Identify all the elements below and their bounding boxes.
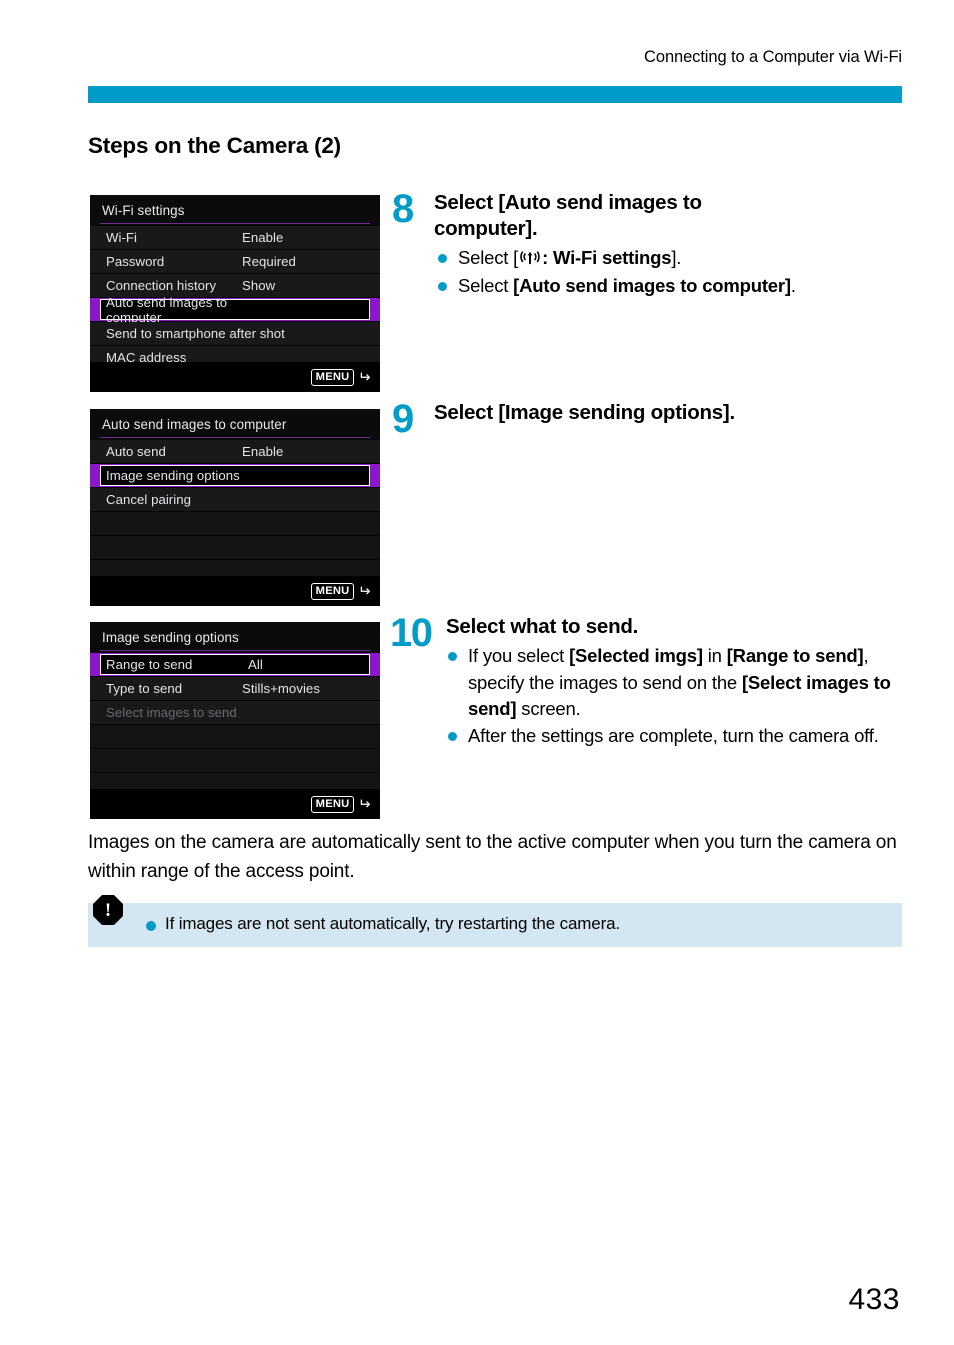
menu-rows: Wi-Fi Enable Password Required Connectio… (90, 226, 380, 370)
header-accent-bar (88, 86, 902, 103)
screen-title: Wi-Fi settings (102, 203, 185, 218)
row-label: Range to send (106, 657, 193, 672)
step-number: 9 (392, 397, 414, 441)
caution-note-text-row: If images are not sent automatically, tr… (146, 914, 620, 934)
running-head: Connecting to a Computer via Wi-Fi (644, 48, 902, 66)
row-value: All (248, 657, 263, 672)
menu-row-type-to-send[interactable]: Type to send Stills+movies (90, 677, 380, 701)
camera-screen-auto-send-images: Auto send images to computer Auto send E… (90, 409, 380, 606)
menu-row-empty (90, 512, 380, 536)
step-content: Select [Image sending options]. (434, 400, 908, 426)
screen-title-bar: Auto send images to computer (90, 409, 380, 440)
menu-back-button[interactable]: MENU ↵ (310, 368, 371, 386)
body-paragraph: Images on the camera are automatically s… (88, 832, 897, 882)
step-content: Select [Auto send images to computer]. Se… (434, 190, 908, 299)
menu-row-send-to-smartphone-after-shot[interactable]: Send to smartphone after shot (90, 322, 380, 346)
bullet-item: After the settings are complete, turn th… (444, 723, 910, 750)
caution-note: ! If images are not sent automatically, … (88, 895, 902, 947)
wifi-antenna-icon (519, 246, 541, 273)
bullet-dot-icon (438, 254, 447, 263)
row-value: Stills+movies (242, 681, 320, 696)
menu-button-label: MENU (310, 368, 355, 386)
step-bullets: Select [: Wi-Fi settings]. Select [Auto … (434, 245, 908, 299)
menu-back-button[interactable]: MENU ↵ (310, 795, 371, 813)
step-number: 10 (390, 611, 433, 655)
menu-row-password[interactable]: Password Required (90, 250, 380, 274)
menu-row-auto-send-images-to-computer[interactable]: Auto send images to computer (90, 295, 380, 325)
step-number: 8 (392, 187, 414, 231)
row-label: Select images to send (106, 705, 237, 720)
camera-screen-wifi-settings: Wi-Fi settings Wi-Fi Enable Password Req… (90, 195, 380, 392)
row-value: Show (242, 278, 276, 293)
row-label: Image sending options (106, 468, 240, 483)
section-title: Steps on the Camera (2) (88, 133, 341, 158)
row-label: Auto send images to computer (106, 294, 228, 325)
bullet-item: Select [Auto send images to computer]. (434, 273, 908, 300)
return-arrow-icon: ↵ (358, 795, 371, 813)
menu-row-wifi[interactable]: Wi-Fi Enable (90, 226, 380, 250)
step-heading: Select [Auto send images to computer]. (434, 191, 702, 240)
step-bullets: If you select [Selected imgs] in [Range … (446, 643, 910, 749)
caution-icon: ! (93, 895, 123, 925)
step-8: 8 Select [Auto send images to computer]. … (392, 187, 908, 299)
menu-row-cancel-pairing[interactable]: Cancel pairing (90, 488, 380, 512)
menu-button-label: MENU (310, 582, 355, 600)
menu-row-auto-send[interactable]: Auto send Enable (90, 440, 380, 464)
bullet-item: Select [: Wi-Fi settings]. (434, 245, 908, 273)
page-number: 433 (848, 1283, 900, 1316)
screen-title: Auto send images to computer (102, 417, 287, 432)
row-label: Connection history (106, 278, 217, 293)
return-arrow-icon: ↵ (358, 368, 371, 386)
row-label: Password (106, 254, 165, 269)
screen-footer: MENU ↵ (90, 576, 380, 606)
row-label: Auto send (106, 444, 166, 459)
bullet-dot-icon (448, 731, 457, 741)
menu-row-empty (90, 536, 380, 560)
step-9: 9 Select [Image sending options]. (392, 399, 908, 439)
selection-box: Image sending options (100, 465, 370, 486)
bullet-dot-icon (438, 281, 447, 291)
step-content: Select what to send. If you select [Sele… (446, 614, 910, 749)
selection-box: Auto send images to computer (100, 295, 370, 325)
title-underline (100, 649, 370, 651)
bullet-dot-icon (448, 652, 457, 661)
menu-rows: Range to send All Type to send Stills+mo… (90, 653, 380, 797)
row-label: Cancel pairing (106, 492, 192, 507)
row-value: Enable (242, 230, 284, 245)
title-underline (100, 222, 370, 224)
return-arrow-icon: ↵ (358, 582, 371, 600)
menu-row-image-sending-options[interactable]: Image sending options (90, 464, 380, 488)
step-heading: Select what to send. (446, 615, 639, 638)
camera-screen-image-sending-options: Image sending options Range to send All … (90, 622, 380, 819)
selection-box: Range to send All (100, 654, 370, 675)
caution-note-text: If images are not sent automatically, tr… (165, 914, 620, 933)
row-label: Type to send (106, 681, 183, 696)
row-label: Wi-Fi (106, 230, 138, 245)
bullet-item: If you select [Selected imgs] in [Range … (444, 643, 910, 723)
screen-title-bar: Image sending options (90, 622, 380, 653)
menu-button-label: MENU (310, 795, 355, 813)
menu-row-range-to-send[interactable]: Range to send All (90, 653, 380, 677)
title-underline (100, 436, 370, 438)
screen-title-bar: Wi-Fi settings (90, 195, 380, 226)
row-value: Required (242, 254, 296, 269)
step-10: 10 Select what to send. If you select [S… (390, 611, 910, 749)
bullet-dot-icon (146, 921, 156, 931)
row-value: Enable (242, 444, 284, 459)
exclamation-glyph: ! (104, 899, 112, 921)
row-label: Send to smartphone after shot (106, 326, 285, 341)
menu-back-button[interactable]: MENU ↵ (310, 582, 371, 600)
menu-row-empty (90, 749, 380, 773)
menu-row-select-images-to-send: Select images to send (90, 701, 380, 725)
step-heading: Select [Image sending options]. (434, 401, 735, 424)
screen-footer: MENU ↵ (90, 362, 380, 392)
screen-title: Image sending options (102, 630, 239, 645)
menu-row-empty (90, 725, 380, 749)
screen-footer: MENU ↵ (90, 789, 380, 819)
menu-rows: Auto send Enable Image sending options C… (90, 440, 380, 584)
